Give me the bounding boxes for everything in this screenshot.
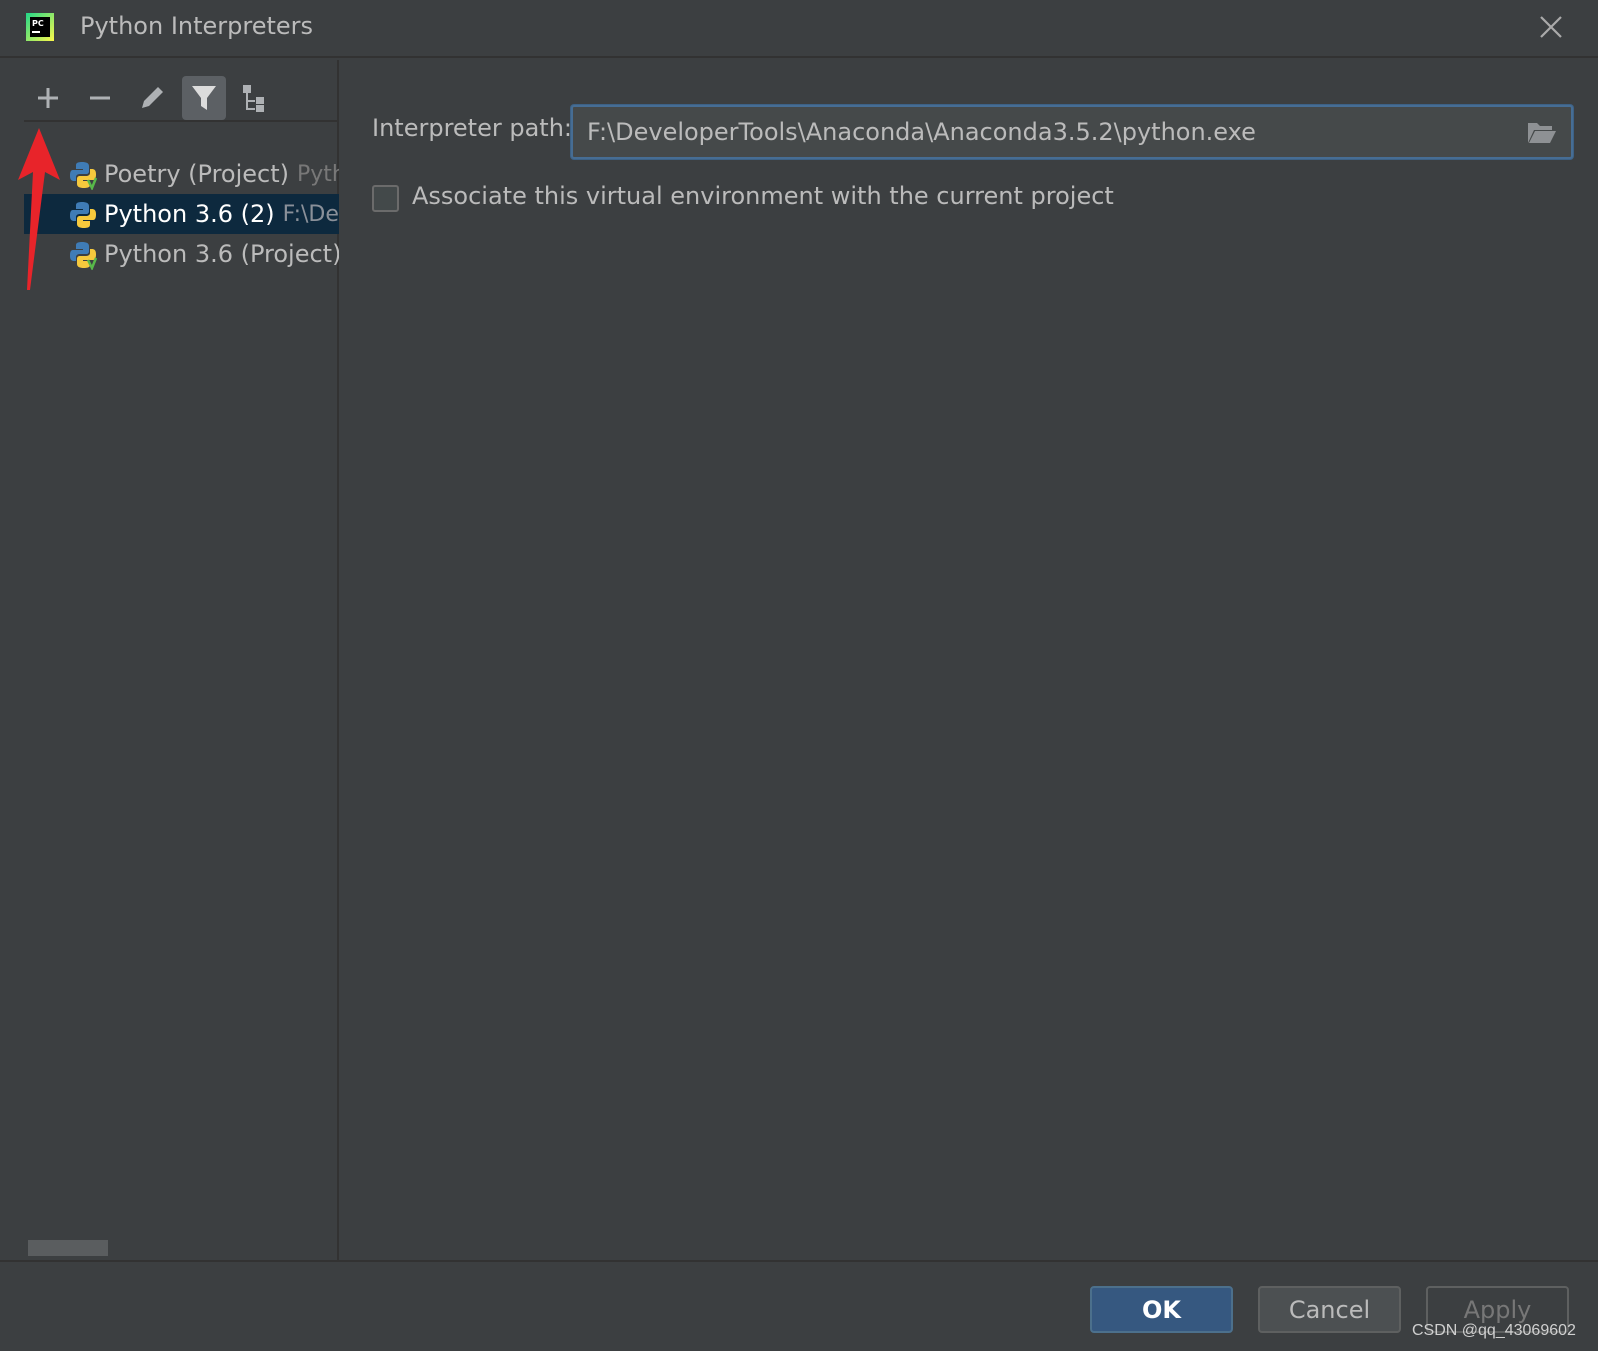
interpreter-item-python36-2[interactable]: Python 3.6 (2) F:\Dev [24, 194, 339, 234]
watermark: CSDN @qq_43069602 [1412, 1322, 1576, 1339]
interpreter-path: F:\Dev [282, 201, 339, 227]
interpreter-name: Poetry (Project) [104, 160, 290, 188]
python-venv-icon [70, 162, 98, 190]
interpreter-name: Python 3.6 (Project) [104, 240, 339, 268]
annotation-arrow-icon [18, 128, 60, 290]
interpreter-item-poetry-project[interactable]: Poetry (Project) Pyth [24, 154, 339, 194]
ok-button[interactable]: OK [1090, 1286, 1233, 1333]
edit-interpreter-button[interactable] [130, 76, 174, 120]
title-bar: PC Python Interpreters [0, 0, 1598, 58]
add-interpreter-button[interactable] [26, 76, 70, 120]
interpreter-path-label: Interpreter path: [372, 114, 572, 142]
edit-icon [142, 87, 163, 108]
svg-text:PC: PC [32, 19, 44, 28]
pycharm-logo-icon: PC [26, 13, 54, 41]
cancel-button[interactable]: Cancel [1258, 1286, 1401, 1333]
interpreter-path-field [571, 105, 1573, 159]
dialog-footer: OK Cancel Apply [0, 1260, 1598, 1351]
remove-icon [90, 96, 110, 100]
interpreter-name: Python 3.6 (2) [104, 200, 275, 228]
interpreter-path: Pyth [297, 161, 339, 187]
interpreter-toolbar [24, 74, 339, 122]
filter-icon [192, 86, 216, 110]
python-icon [70, 202, 96, 228]
show-paths-button[interactable] [234, 76, 278, 120]
horizontal-scrollbar[interactable] [28, 1240, 108, 1256]
associate-project-checkbox[interactable] [372, 185, 399, 212]
interpreter-path-input[interactable] [573, 107, 1503, 157]
folder-open-icon[interactable] [1527, 119, 1557, 145]
filter-button[interactable] [182, 76, 226, 120]
remove-interpreter-button[interactable] [78, 76, 122, 120]
associate-project-label[interactable]: Associate this virtual environment with … [412, 182, 1114, 210]
window-title: Python Interpreters [80, 12, 314, 40]
tree-view-icon [243, 85, 264, 112]
interpreter-list: Poetry (Project) Pyth Python 3.6 (2) F:\… [24, 154, 339, 274]
close-icon[interactable] [1538, 14, 1564, 40]
add-icon [38, 88, 58, 108]
interpreter-item-python36-project[interactable]: Python 3.6 (Project) [24, 234, 339, 274]
python-venv-icon [70, 242, 98, 270]
